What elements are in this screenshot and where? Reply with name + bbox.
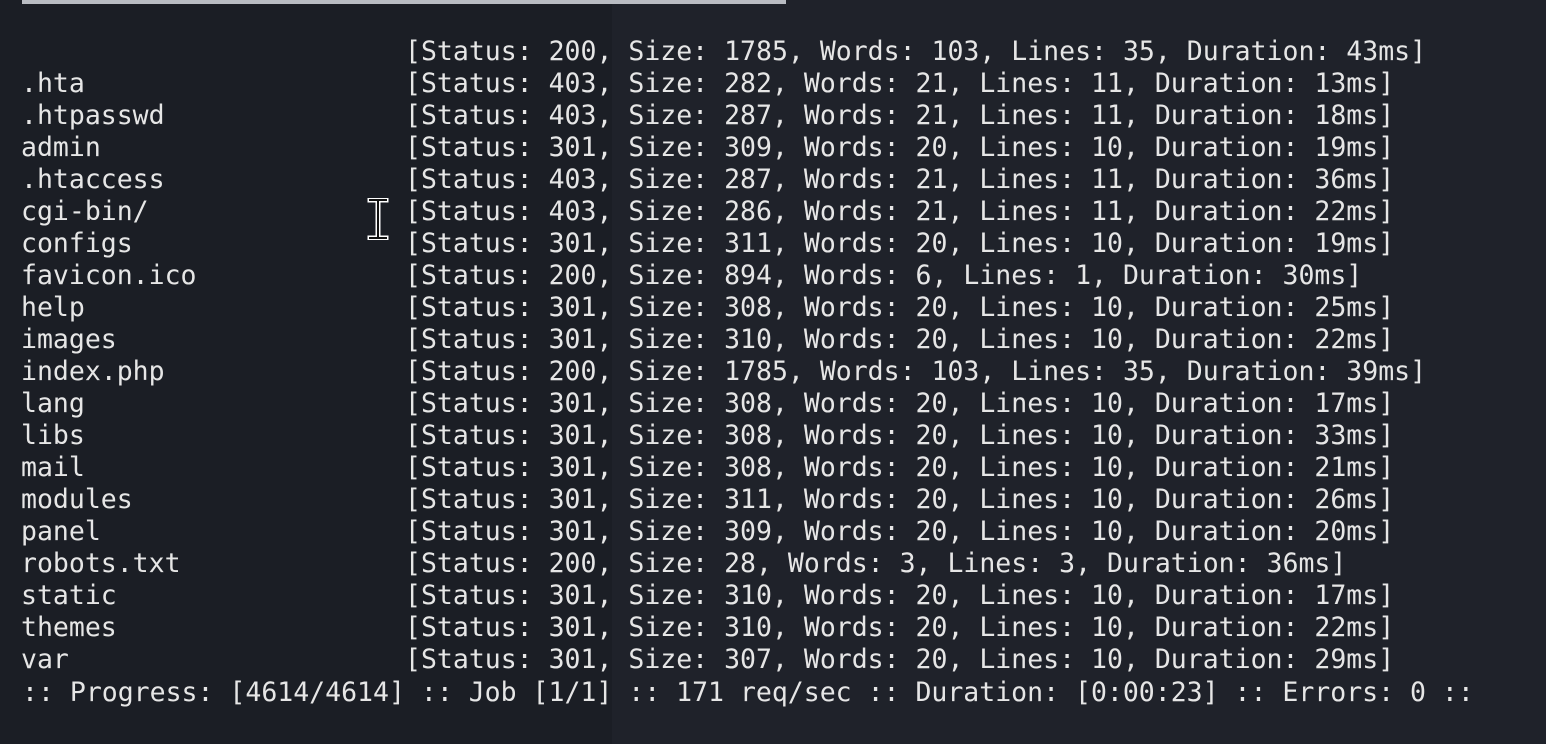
terminal-window[interactable]: [Status: 200, Size: 1785, Words: 103, Li… [0, 0, 1546, 744]
result-stats: [Status: 200, Size: 1785, Words: 103, Li… [405, 356, 1427, 387]
result-stats: [Status: 301, Size: 310, Words: 20, Line… [405, 612, 1395, 643]
result-path: index.php [21, 356, 165, 387]
result-path: static [21, 580, 117, 611]
result-row: var [Status: 301, Size: 307, Words: 20, L… [0, 644, 1546, 676]
result-path: mail [21, 452, 85, 483]
result-row: cgi-bin/ [Status: 403, Size: 286, Words: … [0, 196, 1546, 228]
result-stats: [Status: 200, Size: 1785, Words: 103, Li… [405, 36, 1427, 67]
result-stats: [Status: 200, Size: 894, Words: 6, Lines… [405, 260, 1363, 291]
result-path: lang [21, 388, 85, 419]
result-path: libs [21, 420, 85, 451]
result-stats: [Status: 301, Size: 308, Words: 20, Line… [405, 388, 1395, 419]
result-row: configs [Status: 301, Size: 311, Words: 2… [0, 228, 1546, 260]
result-row: images [Status: 301, Size: 310, Words: 20… [0, 324, 1546, 356]
result-stats: [Status: 301, Size: 307, Words: 20, Line… [405, 644, 1395, 675]
result-row: mail [Status: 301, Size: 308, Words: 20, … [0, 452, 1546, 484]
result-path: help [21, 292, 85, 323]
result-path: .htpasswd [21, 100, 165, 131]
result-row: libs [Status: 301, Size: 308, Words: 20, … [0, 420, 1546, 452]
scrollbar-thumb[interactable] [22, 0, 786, 4]
result-row: lang [Status: 301, Size: 308, Words: 20, … [0, 388, 1546, 420]
result-path: favicon.ico [21, 260, 197, 291]
result-stats: [Status: 403, Size: 286, Words: 21, Line… [405, 196, 1395, 227]
result-stats: [Status: 301, Size: 310, Words: 20, Line… [405, 580, 1395, 611]
result-row: index.php [Status: 200, Size: 1785, Words… [0, 356, 1546, 388]
result-stats: [Status: 301, Size: 308, Words: 20, Line… [405, 452, 1395, 483]
ffuf-results-list: [Status: 200, Size: 1785, Words: 103, Li… [0, 36, 1546, 676]
result-path: .hta [21, 68, 85, 99]
result-path: modules [21, 484, 133, 515]
result-row: static [Status: 301, Size: 310, Words: 20… [0, 580, 1546, 612]
result-path: cgi-bin/ [21, 196, 149, 227]
result-row: .htaccess [Status: 403, Size: 287, Words:… [0, 164, 1546, 196]
result-stats: [Status: 301, Size: 309, Words: 20, Line… [405, 132, 1395, 163]
result-path: images [21, 324, 117, 355]
result-path: .htaccess [21, 164, 165, 195]
result-row: favicon.ico [Status: 200, Size: 894, Word… [0, 260, 1546, 292]
result-stats: [Status: 301, Size: 311, Words: 20, Line… [405, 484, 1395, 515]
result-row: themes [Status: 301, Size: 310, Words: 20… [0, 612, 1546, 644]
result-stats: [Status: 301, Size: 309, Words: 20, Line… [405, 516, 1395, 547]
result-row: .hta [Status: 403, Size: 282, Words: 21, … [0, 68, 1546, 100]
result-stats: [Status: 403, Size: 287, Words: 21, Line… [405, 100, 1395, 131]
result-row: help [Status: 301, Size: 308, Words: 20, … [0, 292, 1546, 324]
result-stats: [Status: 301, Size: 311, Words: 20, Line… [405, 228, 1395, 259]
result-path: themes [21, 612, 117, 643]
result-row: admin [Status: 301, Size: 309, Words: 20,… [0, 132, 1546, 164]
result-path: configs [21, 228, 133, 259]
result-path: admin [21, 132, 101, 163]
result-path: var [21, 644, 69, 675]
result-row: .htpasswd [Status: 403, Size: 287, Words:… [0, 100, 1546, 132]
result-row: panel [Status: 301, Size: 309, Words: 20,… [0, 516, 1546, 548]
result-stats: [Status: 301, Size: 308, Words: 20, Line… [405, 420, 1395, 451]
result-path: panel [21, 516, 101, 547]
result-stats: [Status: 403, Size: 287, Words: 21, Line… [405, 164, 1395, 195]
result-stats: [Status: 200, Size: 28, Words: 3, Lines:… [405, 548, 1347, 579]
result-row: modules [Status: 301, Size: 311, Words: 2… [0, 484, 1546, 516]
progress-line: :: Progress: [4614/4614] :: Job [1/1] ::… [22, 677, 1474, 708]
result-stats: [Status: 301, Size: 308, Words: 20, Line… [405, 292, 1395, 323]
result-path: robots.txt [21, 548, 181, 579]
result-row: [Status: 200, Size: 1785, Words: 103, Li… [0, 36, 1546, 68]
result-stats: [Status: 301, Size: 310, Words: 20, Line… [405, 324, 1395, 355]
text-cursor-icon [367, 198, 389, 240]
result-stats: [Status: 403, Size: 282, Words: 21, Line… [405, 68, 1395, 99]
result-row: robots.txt [Status: 200, Size: 28, Words:… [0, 548, 1546, 580]
